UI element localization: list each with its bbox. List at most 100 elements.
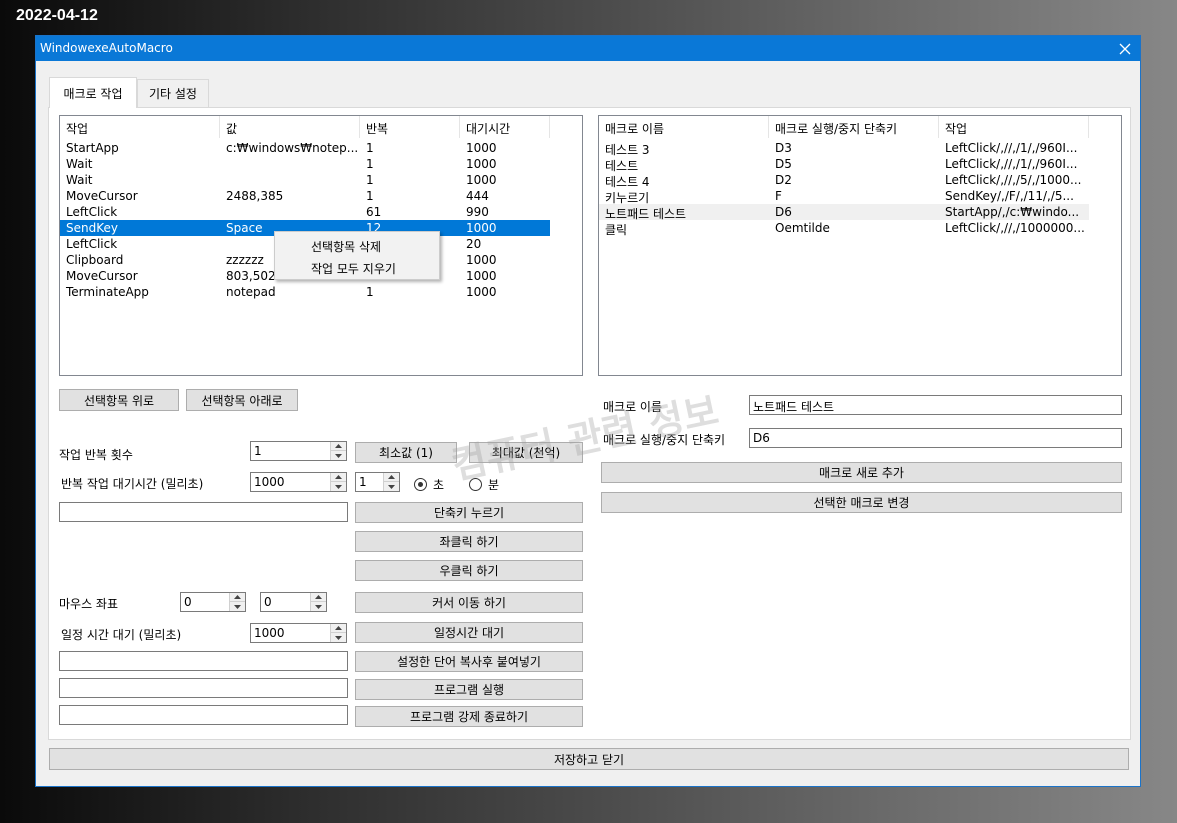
macro-row[interactable]: 노트패드 테스트 D6 StartApp/,/c:₩windo...: [599, 204, 1089, 221]
task-cell-action: Clipboard: [66, 253, 124, 267]
repeat-count-value: 1: [254, 444, 262, 458]
task-cell-action: LeftClick: [66, 205, 118, 219]
task-cell-repeat: 1: [366, 285, 374, 299]
task-row[interactable]: MoveCursor 2488,385 1 444: [60, 188, 550, 204]
macro-row[interactable]: 테스트 4 D2 LeftClick/,//,/5/,/1000...: [599, 172, 1089, 189]
wait-spinner[interactable]: 1000: [250, 623, 347, 643]
left-click-button[interactable]: 좌클릭 하기: [355, 531, 583, 552]
macro-row[interactable]: 클릭 Oemtilde LeftClick/,//,/1000000...: [599, 220, 1089, 237]
spin-down-icon[interactable]: [331, 451, 346, 460]
radio-checked-icon: [414, 478, 427, 491]
macro-col-action[interactable]: 작업: [939, 116, 1089, 138]
spin-up-icon[interactable]: [230, 593, 245, 602]
spin-up-icon[interactable]: [331, 442, 346, 451]
spin-down-icon[interactable]: [384, 482, 399, 491]
macro-col-hotkey[interactable]: 매크로 실행/중지 단축키: [769, 116, 939, 138]
mouse-x-spinner[interactable]: 0: [180, 592, 246, 612]
kill-program-button[interactable]: 프로그램 강제 종료하기: [355, 706, 583, 727]
move-up-button[interactable]: 선택항목 위로: [59, 389, 179, 411]
max-value-button[interactable]: 최대값 (천억): [469, 442, 583, 463]
press-hotkey-button[interactable]: 단축키 누르기: [355, 502, 583, 523]
run-program-button[interactable]: 프로그램 실행: [355, 679, 583, 700]
macro-cell-hotkey: D5: [775, 157, 792, 171]
move-down-button[interactable]: 선택항목 아래로: [186, 389, 298, 411]
unit-spinner[interactable]: 1: [355, 472, 400, 492]
spin-down-icon[interactable]: [331, 633, 346, 642]
tab-other-settings[interactable]: 기타 설정: [137, 79, 209, 107]
kill-program-input[interactable]: [59, 705, 348, 725]
macro-row[interactable]: 테스트 D5 LeftClick/,//,/1/,/960I...: [599, 156, 1089, 173]
spin-up-icon[interactable]: [311, 593, 326, 602]
paste-word-input[interactable]: [59, 651, 348, 671]
spin-up-icon[interactable]: [331, 624, 346, 633]
task-cell-repeat: 61: [366, 205, 382, 219]
mouse-y-spinner[interactable]: 0: [260, 592, 327, 612]
task-cell-wait: 1000: [466, 221, 497, 235]
spin-down-icon[interactable]: [331, 482, 346, 491]
save-close-button[interactable]: 저장하고 닫기: [49, 748, 1129, 770]
window-title: WindowexeAutoMacro: [40, 41, 173, 55]
macro-col-name[interactable]: 매크로 이름: [599, 116, 769, 138]
task-cell-wait: 990: [466, 205, 489, 219]
mouse-x-value: 0: [184, 595, 192, 609]
task-cell-repeat: 1: [366, 189, 374, 203]
task-cell-action: SendKey: [66, 221, 118, 235]
right-click-button[interactable]: 우클릭 하기: [355, 560, 583, 581]
menu-item-delete-selected[interactable]: 선택항목 삭제: [275, 234, 439, 256]
spin-up-icon[interactable]: [331, 473, 346, 482]
repeat-wait-spinner[interactable]: 1000: [250, 472, 347, 492]
radio-minutes[interactable]: 분: [469, 476, 499, 493]
hotkey-input[interactable]: [59, 502, 348, 522]
tab-macro-work-label: 매크로 작업: [63, 86, 123, 101]
task-cell-value: 2488,385: [226, 189, 284, 203]
task-col-action[interactable]: 작업: [60, 116, 220, 138]
add-macro-button[interactable]: 매크로 새로 추가: [601, 462, 1122, 483]
task-list-header: 작업 값 반복 대기시간: [60, 116, 582, 138]
macro-hotkey-input[interactable]: D6: [749, 428, 1122, 448]
task-col-wait[interactable]: 대기시간: [460, 116, 550, 138]
task-cell-value: notepad: [226, 285, 276, 299]
wait-label: 일정 시간 대기 (밀리초): [61, 628, 182, 642]
radio-seconds-label: 초: [433, 478, 445, 492]
task-row[interactable]: Wait 1 1000: [60, 156, 550, 172]
macro-cell-hotkey: D3: [775, 141, 792, 155]
date-label: 2022-04-12: [16, 7, 98, 24]
radio-seconds[interactable]: 초: [414, 476, 444, 493]
task-cell-wait: 1000: [466, 141, 497, 155]
macro-cell-action: SendKey/,/F/,/11/,/5...: [945, 189, 1074, 203]
menu-item-clear-all[interactable]: 작업 모두 지우기: [275, 256, 439, 278]
paste-word-button[interactable]: 설정한 단어 복사후 붙여넣기: [355, 651, 583, 672]
task-row[interactable]: StartApp c:₩windows₩notep... 1 1000: [60, 140, 550, 156]
spin-down-icon[interactable]: [230, 602, 245, 611]
task-cell-wait: 1000: [466, 269, 497, 283]
repeat-count-spinner[interactable]: 1: [250, 441, 347, 461]
close-icon[interactable]: [1110, 36, 1140, 61]
wait-button[interactable]: 일정시간 대기: [355, 622, 583, 643]
macro-hotkey-label: 매크로 실행/중지 단축키: [603, 433, 726, 447]
move-cursor-button[interactable]: 커서 이동 하기: [355, 592, 583, 613]
macro-row[interactable]: 키누르기 F SendKey/,/F/,/11/,/5...: [599, 188, 1089, 205]
task-col-repeat[interactable]: 반복: [360, 116, 460, 138]
tab-macro-work[interactable]: 매크로 작업: [49, 77, 137, 108]
task-col-value[interactable]: 값: [220, 116, 360, 138]
task-row[interactable]: Wait 1 1000: [60, 172, 550, 188]
spin-up-icon[interactable]: [384, 473, 399, 482]
macro-cell-hotkey: F: [775, 189, 782, 203]
macro-list-header: 매크로 이름 매크로 실행/중지 단축키 작업: [599, 116, 1121, 138]
task-cell-wait: 444: [466, 189, 489, 203]
spin-down-icon[interactable]: [311, 602, 326, 611]
task-row[interactable]: TerminateApp notepad 1 1000: [60, 284, 550, 300]
task-row[interactable]: LeftClick 61 990: [60, 204, 550, 220]
app-window: WindowexeAutoMacro 매크로 작업 기타 설정 작업 값 반복 …: [35, 35, 1141, 787]
task-cell-action: StartApp: [66, 141, 119, 155]
title-bar[interactable]: WindowexeAutoMacro: [36, 36, 1140, 61]
macro-row[interactable]: 테스트 3 D3 LeftClick/,//,/1/,/960I...: [599, 140, 1089, 157]
task-cell-wait: 20: [466, 237, 482, 251]
min-value-button[interactable]: 최소값 (1): [355, 442, 457, 463]
macro-cell-hotkey: D6: [775, 205, 792, 219]
macro-name-input[interactable]: 노트패드 테스트: [749, 395, 1122, 415]
macro-list[interactable]: 매크로 이름 매크로 실행/중지 단축키 작업 테스트 3 D3 LeftClick…: [598, 115, 1122, 376]
task-cell-action: TerminateApp: [66, 285, 149, 299]
run-program-input[interactable]: [59, 678, 348, 698]
change-macro-button[interactable]: 선택한 매크로 변경: [601, 492, 1122, 513]
